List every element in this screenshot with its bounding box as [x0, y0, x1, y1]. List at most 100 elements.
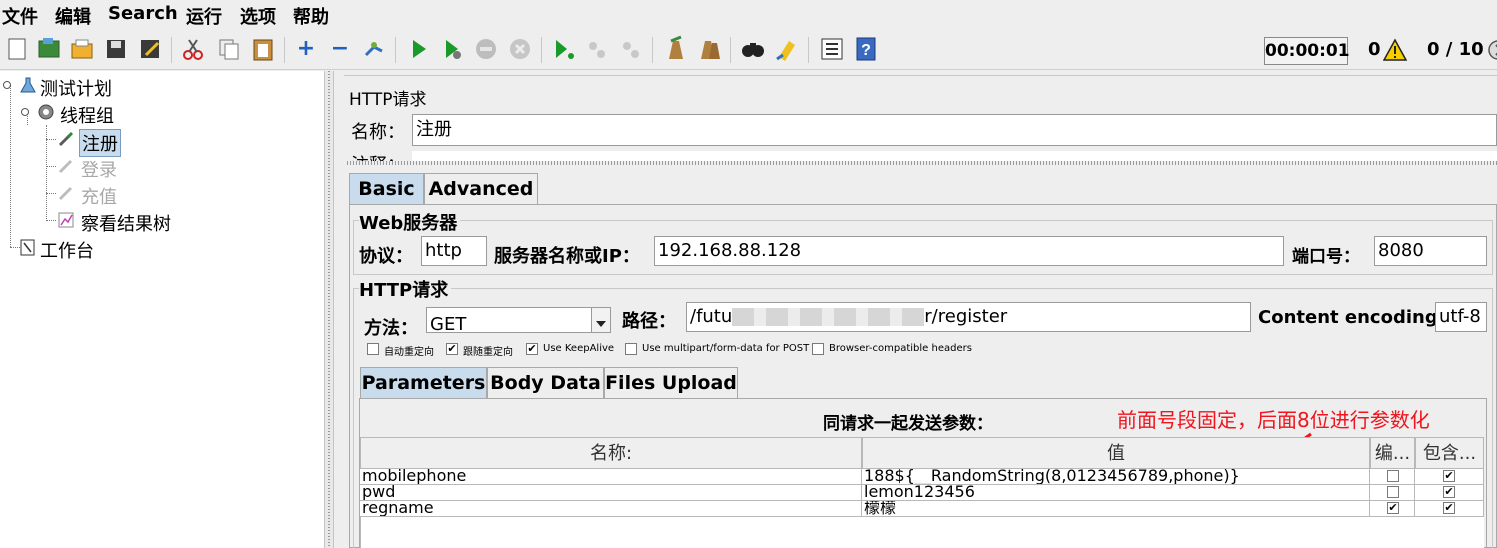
menu-search[interactable]: Search [108, 3, 178, 24]
open-button[interactable] [68, 35, 96, 63]
tab-advanced[interactable]: Advanced [424, 173, 538, 205]
comment-label: 注释： [351, 151, 405, 161]
port-input[interactable]: 8080 [1374, 236, 1487, 266]
chevron-down-icon[interactable] [591, 308, 610, 332]
flask-icon [20, 77, 36, 93]
chart-icon [58, 212, 74, 228]
reset-search-button[interactable] [773, 35, 801, 63]
port-label: 端口号： [1292, 247, 1360, 267]
param-name-cell[interactable]: regname [360, 501, 862, 517]
collapse-button[interactable]: − [326, 35, 354, 63]
expand-toggle-test-plan[interactable] [3, 81, 11, 89]
save-icon [107, 40, 125, 58]
table-row[interactable]: regname 檬檬 ✔ ✔ [360, 501, 1484, 517]
param-name-cell[interactable]: pwd [360, 485, 862, 501]
save-as-button[interactable] [136, 35, 164, 63]
remote-start-button[interactable] [549, 35, 577, 63]
cut-button[interactable] [179, 35, 207, 63]
protocol-input[interactable]: http [421, 236, 487, 266]
path-suffix: r/register [924, 306, 1008, 327]
tree-node-thread-group[interactable]: 线程组 [60, 102, 114, 128]
paste-icon [253, 39, 273, 61]
include-checkbox[interactable]: ✔ [1443, 470, 1455, 482]
content-encoding-input[interactable]: utf-8 [1435, 302, 1487, 332]
comment-splitter[interactable] [347, 161, 1497, 165]
start-icon [413, 40, 426, 58]
encode-checkbox[interactable] [1387, 470, 1399, 482]
browser-headers-checkbox[interactable] [812, 343, 824, 355]
path-input[interactable]: /futu r/register [686, 302, 1251, 332]
keepalive-checkbox[interactable]: ✔ [526, 343, 538, 355]
path-prefix: /futu [690, 306, 733, 327]
param-value-cell[interactable]: lemon123456 [862, 485, 1370, 501]
menu-options[interactable]: 选项 [240, 3, 276, 29]
start-button[interactable] [404, 35, 432, 63]
search-button[interactable] [739, 35, 767, 63]
server-input[interactable]: 192.168.88.128 [654, 236, 1284, 266]
new-button[interactable] [3, 35, 31, 63]
method-label: 方法： [364, 318, 418, 339]
column-header-name[interactable]: 名称: [360, 437, 862, 469]
svg-text:?: ? [861, 42, 871, 59]
server-label: 服务器名称或IP： [494, 246, 640, 267]
paste-button[interactable] [249, 35, 277, 63]
start-no-pause-button[interactable] [438, 35, 466, 63]
new-icon [8, 38, 26, 60]
menu-help[interactable]: 帮助 [293, 3, 329, 29]
shutdown-button[interactable] [506, 35, 534, 63]
param-value-cell[interactable]: 188${__RandomString(8,0123456789,phone)} [862, 469, 1370, 485]
table-empty-area [360, 517, 1484, 548]
name-input[interactable]: 注册 [412, 114, 1497, 146]
tab-body-data[interactable]: Body Data [487, 367, 604, 399]
menu-run[interactable]: 运行 [186, 3, 222, 29]
name-label: 名称： [351, 122, 405, 143]
tab-files-upload[interactable]: Files Upload [604, 367, 738, 399]
save-button[interactable] [102, 35, 130, 63]
menu-file[interactable]: 文件 [2, 3, 38, 29]
templates-button[interactable] [35, 35, 63, 63]
help-button[interactable]: ? [852, 35, 880, 63]
menu-edit[interactable]: 编辑 [55, 3, 91, 29]
function-helper-button[interactable] [818, 35, 846, 63]
clear-button[interactable] [661, 35, 689, 63]
method-select[interactable]: GET [426, 307, 611, 333]
expand-button[interactable]: + [292, 35, 320, 63]
include-checkbox[interactable]: ✔ [1443, 502, 1455, 514]
encode-checkbox[interactable]: ✔ [1387, 502, 1399, 514]
tab-basic[interactable]: Basic [349, 173, 424, 205]
tree-node-register[interactable]: 注册 [79, 129, 121, 157]
table-row[interactable]: pwd lemon123456 ✔ [360, 485, 1484, 501]
menu-bar: 文件 编辑 Search 运行 选项 帮助 [0, 0, 1497, 30]
comment-input[interactable] [412, 151, 1497, 161]
copy-button[interactable] [215, 35, 243, 63]
follow-redirect-checkbox[interactable]: ✔ [446, 343, 458, 355]
clear-all-icon [701, 41, 720, 59]
search-icon [742, 43, 764, 57]
column-header-value[interactable]: 值 [862, 437, 1370, 469]
multipart-checkbox[interactable] [625, 343, 637, 355]
tree-node-result-tree[interactable]: 察看结果树 [81, 210, 171, 236]
include-checkbox[interactable]: ✔ [1443, 486, 1455, 498]
param-name-cell[interactable]: mobilephone [360, 469, 862, 485]
remote-stop-button[interactable] [583, 35, 611, 63]
toggle-button[interactable] [360, 35, 388, 63]
tree-node-workbench[interactable]: 工作台 [40, 237, 94, 263]
method-selected-value: GET [430, 314, 467, 333]
tree-node-test-plan[interactable]: 测试计划 [40, 75, 112, 101]
remote-start-icon [556, 40, 574, 59]
tab-parameters[interactable]: Parameters [360, 367, 487, 399]
column-header-encode[interactable]: 编... [1370, 437, 1415, 469]
table-row[interactable]: mobilephone 188${__RandomString(8,012345… [360, 469, 1484, 485]
stop-button[interactable] [472, 35, 500, 63]
encode-checkbox[interactable] [1387, 486, 1399, 498]
remote-shutdown-button[interactable] [617, 35, 645, 63]
tree-node-recharge[interactable]: 充值 [81, 183, 117, 209]
clear-all-button[interactable] [695, 35, 723, 63]
split-pane-divider[interactable] [324, 71, 334, 548]
expand-toggle-thread-group[interactable] [21, 108, 29, 116]
reset-search-icon [776, 41, 795, 61]
tree-node-login[interactable]: 登录 [81, 156, 117, 182]
auto-redirect-checkbox[interactable] [367, 343, 379, 355]
column-header-include[interactable]: 包含... [1415, 437, 1484, 469]
param-value-cell[interactable]: 檬檬 [862, 501, 1370, 517]
